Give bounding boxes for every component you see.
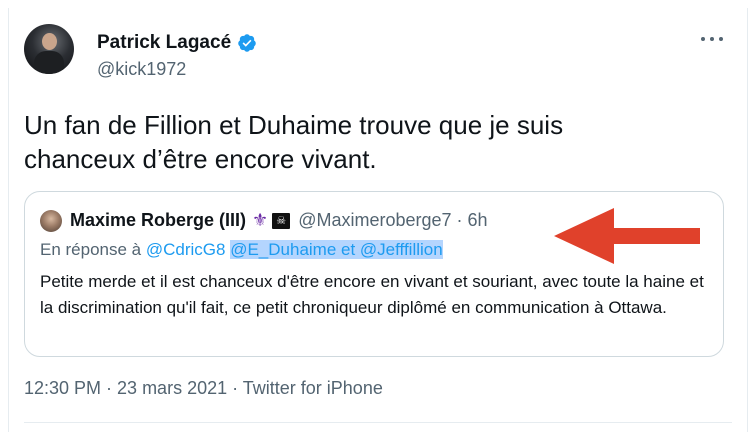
tweet-text-line: chanceux d’être encore vivant.: [24, 144, 377, 174]
reply-to-line: En réponse à @CdricG8 @E_Duhaime et @Jef…: [40, 240, 443, 260]
divider: [24, 422, 732, 423]
red-arrow-annotation: [554, 208, 700, 264]
author-handle[interactable]: @kick1972: [97, 59, 186, 80]
quoted-text: Petite merde et il est chanceux d'être e…: [40, 272, 704, 317]
reply-mentions-highlighted[interactable]: @E_Duhaime et @Jefffillion: [230, 240, 443, 259]
fleur-de-lis-icon: ⚜: [252, 210, 269, 230]
avatar-head: [42, 33, 57, 50]
author-avatar[interactable]: [24, 24, 74, 74]
more-dots-icon[interactable]: [700, 28, 724, 48]
tweet-text-line: Un fan de Fillion et Duhaime trouve que …: [24, 110, 564, 140]
author-name-row: Patrick Lagacé: [97, 32, 257, 54]
tweet-text: Un fan de Fillion et Duhaime trouve que …: [24, 108, 724, 176]
more-dot: [701, 37, 705, 41]
quoted-author-avatar: [40, 210, 62, 232]
quoted-header: Maxime Roberge (III) ⚜ ☠ @Maximeroberge7…: [70, 210, 488, 231]
tweet-source[interactable]: Twitter for iPhone: [243, 378, 383, 398]
quoted-handle-time: @Maximeroberge7 · 6h: [298, 210, 488, 230]
tweet-time-date[interactable]: 12:30 PM · 23 mars 2021 ·: [24, 378, 243, 398]
author-name[interactable]: Patrick Lagacé: [97, 32, 231, 54]
reply-mention[interactable]: @CdricG8: [146, 240, 226, 259]
quoted-author-name: Maxime Roberge (III): [70, 210, 247, 230]
verified-badge-icon: [238, 34, 256, 52]
reply-prefix: En réponse à: [40, 240, 146, 259]
avatar-body: [34, 51, 64, 74]
more-dot: [710, 37, 714, 41]
more-dot: [719, 37, 723, 41]
tweet-meta: 12:30 PM · 23 mars 2021 · Twitter for iP…: [24, 378, 383, 399]
pirate-flag-icon: ☠: [272, 212, 291, 229]
